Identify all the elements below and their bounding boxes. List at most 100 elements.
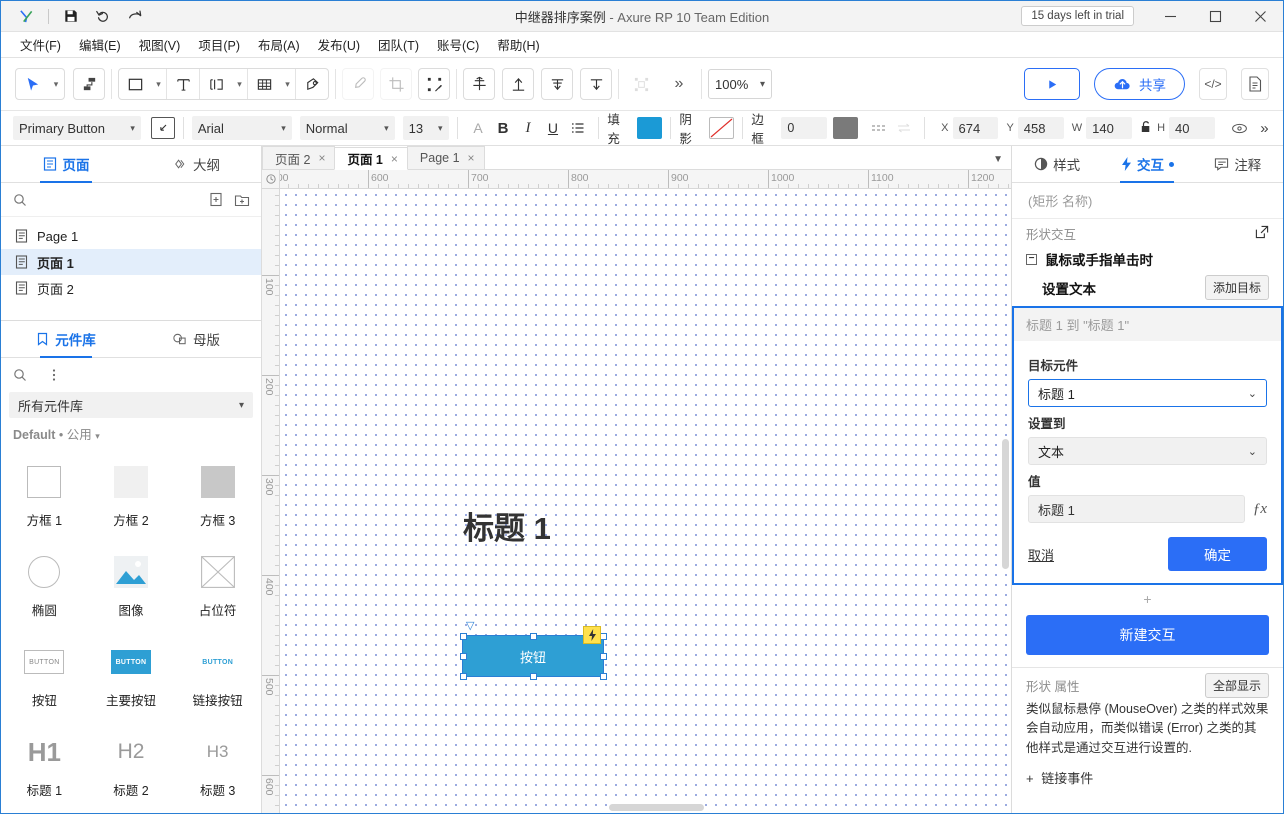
- ok-button[interactable]: 确定: [1168, 537, 1267, 571]
- pen-icon[interactable]: [296, 69, 328, 99]
- chevron-down-icon[interactable]: ▼: [993, 154, 1003, 165]
- align-top-icon[interactable]: [502, 68, 534, 100]
- code-button[interactable]: </>: [1199, 68, 1227, 100]
- new-interaction-button[interactable]: 新建交互: [1026, 615, 1269, 655]
- widget-primary-button[interactable]: BUTTON 主要按钮: [88, 633, 175, 723]
- lightning-icon[interactable]: [583, 626, 601, 644]
- menu-edit[interactable]: 编辑(E): [70, 32, 130, 57]
- setto-select[interactable]: 文本 ⌄: [1028, 437, 1267, 465]
- library-category[interactable]: Default • 公用 ▾: [1, 424, 261, 449]
- minimize-icon[interactable]: [1148, 1, 1193, 32]
- widget-button[interactable]: BUTTON 按钮: [1, 633, 88, 723]
- widget-h2[interactable]: H2 标题 2: [88, 723, 175, 813]
- canvas-tab-page-1-en[interactable]: Page 1 ×: [407, 146, 485, 169]
- horizontal-ruler[interactable]: 5006007008009001000110012001300: [280, 170, 1011, 189]
- menu-view[interactable]: 视图(V): [130, 32, 190, 57]
- share-button[interactable]: 共享: [1094, 68, 1185, 100]
- canvas-vertical-scrollbar[interactable]: [1002, 439, 1009, 569]
- menu-team[interactable]: 团队(T): [369, 32, 428, 57]
- w-input[interactable]: 140: [1086, 117, 1132, 139]
- widget-box1[interactable]: 方框 1: [1, 453, 88, 543]
- y-input[interactable]: 458: [1018, 117, 1064, 139]
- widget-h3[interactable]: H3 标题 3: [174, 723, 261, 813]
- canvas-heading-widget[interactable]: 标题 1: [463, 503, 551, 548]
- library-select[interactable]: 所有元件库 ▾: [9, 392, 253, 418]
- tab-libraries[interactable]: 元件库: [1, 321, 131, 357]
- rectangle-icon[interactable]: [119, 69, 151, 99]
- eyedropper-icon[interactable]: [342, 68, 374, 100]
- toolbar-overflow-button[interactable]: »: [663, 68, 695, 100]
- widget-style-select[interactable]: Primary Button ▾: [13, 116, 141, 140]
- x-input[interactable]: 674: [953, 117, 999, 139]
- stylebar-overflow-button[interactable]: »: [1252, 116, 1277, 140]
- maximize-icon[interactable]: [1193, 1, 1238, 32]
- canvas-horizontal-scrollbar[interactable]: [609, 804, 704, 811]
- more-vertical-icon[interactable]: [45, 366, 63, 384]
- connector-tool[interactable]: [73, 68, 105, 100]
- widget-h1[interactable]: H1 标题 1: [1, 723, 88, 813]
- add-page-icon[interactable]: [207, 191, 225, 209]
- fill-color-swatch[interactable]: [637, 117, 662, 139]
- cancel-button[interactable]: 取消: [1028, 545, 1054, 564]
- show-all-button[interactable]: 全部显示: [1205, 673, 1269, 698]
- menu-file[interactable]: 文件(F): [11, 32, 70, 57]
- dynamic-panel-icon[interactable]: [200, 69, 232, 99]
- add-target-button[interactable]: 添加目标: [1205, 275, 1269, 300]
- target-select[interactable]: 标题 1 ⌄: [1028, 379, 1267, 407]
- border-color-swatch[interactable]: [833, 117, 858, 139]
- link-event-button[interactable]: + 链接事件: [1012, 758, 1283, 797]
- search-icon[interactable]: [11, 366, 29, 384]
- panel-chevron-down-icon[interactable]: ▾: [232, 69, 247, 99]
- list-item[interactable]: Page 1: [1, 223, 261, 249]
- widget-box2[interactable]: 方框 2: [88, 453, 175, 543]
- crop-icon[interactable]: [380, 68, 412, 100]
- distribute-vertical-icon[interactable]: [580, 68, 612, 100]
- font-size-select[interactable]: 13 ▾: [403, 116, 449, 140]
- font-family-select[interactable]: Arial ▾: [192, 116, 292, 140]
- unlock-icon[interactable]: [1140, 120, 1153, 137]
- open-external-icon[interactable]: [1255, 225, 1269, 242]
- border-width-input[interactable]: 0: [781, 117, 827, 139]
- close-icon[interactable]: ×: [391, 152, 398, 166]
- resize-handle-sw[interactable]: [460, 673, 467, 680]
- widget-name-input[interactable]: (矩形 名称): [1012, 183, 1283, 219]
- menu-publish[interactable]: 发布(U): [309, 32, 369, 57]
- style-brush-icon[interactable]: [151, 117, 175, 139]
- transform-icon[interactable]: [418, 68, 450, 100]
- interaction-event-row[interactable]: − 鼠标或手指单击时: [1012, 247, 1283, 273]
- tab-outline[interactable]: 大纲: [131, 146, 261, 182]
- canvas-tab-page1[interactable]: 页面 1 ×: [334, 147, 407, 170]
- text-icon[interactable]: [167, 69, 199, 99]
- bold-button[interactable]: B: [491, 116, 516, 140]
- shadow-swatch[interactable]: [709, 117, 734, 139]
- resize-handle-n[interactable]: [530, 633, 537, 640]
- resize-handle-s[interactable]: [530, 673, 537, 680]
- value-input[interactable]: 标题 1: [1028, 495, 1245, 523]
- widget-ellipse[interactable]: 椭圆: [1, 543, 88, 633]
- zoom-select[interactable]: 100% ▾: [708, 69, 772, 99]
- table-icon[interactable]: [248, 69, 280, 99]
- tab-pages[interactable]: 页面: [1, 146, 131, 182]
- undo-icon[interactable]: [88, 4, 118, 28]
- eye-icon[interactable]: [1227, 116, 1252, 140]
- group-icon[interactable]: [625, 68, 657, 100]
- widget-image[interactable]: 图像: [88, 543, 175, 633]
- widget-placeholder[interactable]: 占位符: [174, 543, 261, 633]
- collapse-icon[interactable]: −: [1026, 254, 1037, 265]
- resize-handle-se[interactable]: [600, 673, 607, 680]
- cursor-tool[interactable]: ▾: [15, 68, 65, 100]
- redo-icon[interactable]: [120, 4, 150, 28]
- rotation-handle[interactable]: ▽: [466, 621, 474, 632]
- cursor-icon[interactable]: [16, 69, 48, 99]
- design-canvas[interactable]: 标题 1 按钮 ▽: [280, 189, 1011, 813]
- menu-project[interactable]: 项目(P): [189, 32, 249, 57]
- tab-style[interactable]: 样式: [1012, 146, 1102, 182]
- close-icon[interactable]: ×: [318, 151, 325, 165]
- save-icon[interactable]: [56, 4, 86, 28]
- h-input[interactable]: 40: [1169, 117, 1215, 139]
- table-chevron-down-icon[interactable]: ▾: [280, 69, 295, 99]
- menu-layout[interactable]: 布局(A): [249, 32, 309, 57]
- italic-button[interactable]: I: [516, 116, 541, 140]
- resize-handle-w[interactable]: [460, 653, 467, 660]
- tab-notes[interactable]: 注释: [1193, 146, 1283, 182]
